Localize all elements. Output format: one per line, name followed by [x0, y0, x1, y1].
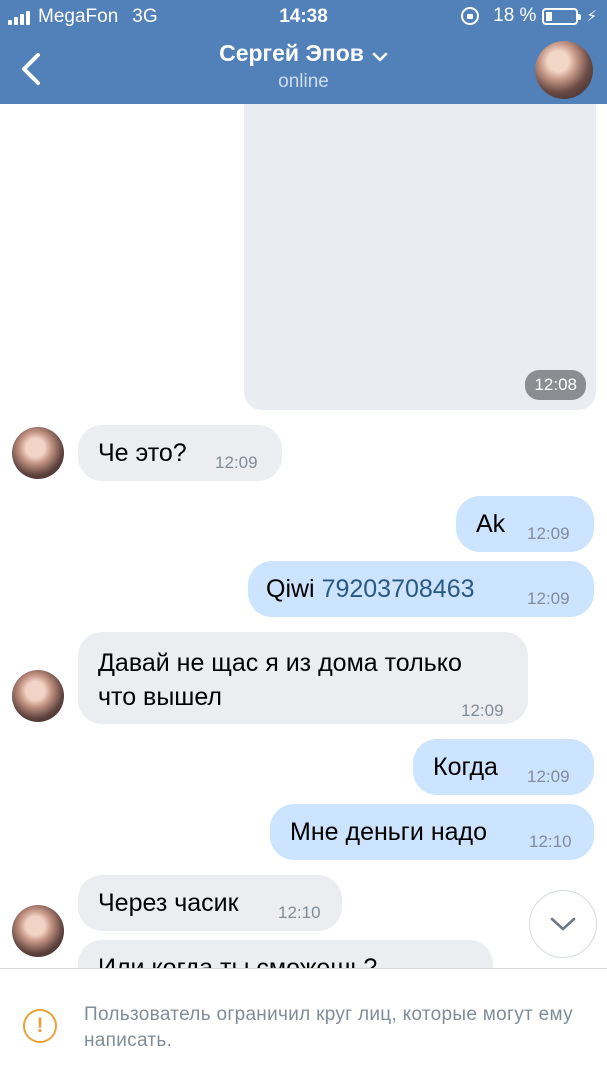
battery-icon	[542, 7, 582, 25]
write-restriction-notice: ! Пользователь ограничил круг лиц, котор…	[0, 968, 607, 1080]
message-text: Ak	[476, 510, 506, 538]
scroll-down-icon	[550, 917, 576, 931]
contact-avatar[interactable]	[535, 41, 593, 99]
chat-header: Сергей Эпов online	[0, 34, 607, 104]
message-text: Qiwi	[266, 575, 322, 603]
message-time: 12:09	[461, 701, 504, 720]
incoming-message[interactable]: Давай не щас я из дома только что вышел …	[78, 632, 528, 724]
incoming-message[interactable]: Или когда ты сможешь?	[78, 940, 493, 968]
scroll-down-button[interactable]	[529, 890, 597, 958]
battery-percent: 18 %	[493, 5, 537, 26]
charging-icon: ⚡	[586, 8, 597, 25]
message-text: Че это?	[98, 439, 187, 467]
outgoing-message[interactable]: Когда 12:09	[413, 739, 594, 795]
incoming-message[interactable]: Через часик 12:10	[78, 875, 342, 931]
contact-status: online	[278, 71, 329, 92]
warning-icon: !	[23, 1009, 57, 1043]
message-text: Мне деньги надо	[290, 818, 488, 846]
contact-name-button[interactable]: Сергей Эпов	[0, 40, 607, 68]
outgoing-message[interactable]: Ak 12:09	[456, 496, 594, 552]
sender-avatar[interactable]	[12, 905, 64, 957]
message-text: Когда	[433, 753, 498, 781]
message-time: 12:09	[527, 767, 570, 786]
message-text: Давай не щас я из дома только	[98, 649, 462, 677]
chevron-down-icon	[372, 41, 388, 68]
sender-avatar[interactable]	[12, 670, 64, 722]
message-text: Или когда ты сможешь?	[98, 954, 378, 968]
sender-avatar[interactable]	[12, 427, 64, 479]
outgoing-message[interactable]: Мне деньги надо 12:10	[270, 804, 594, 860]
rotation-lock-icon	[461, 7, 480, 25]
incoming-message[interactable]: Че это? 12:09	[78, 425, 282, 481]
outgoing-message[interactable]: Qiwi 79203708463 12:09	[248, 561, 594, 617]
message-time: 12:08	[525, 370, 586, 400]
message-time: 12:09	[527, 589, 570, 608]
message-time: 12:09	[527, 524, 570, 543]
message-text: Через часик	[98, 889, 239, 917]
message-list[interactable]: 12:08 Че это? 12:09 Ak 12:09 Qiwi 792037…	[0, 104, 607, 968]
notice-text: Пользователь ограничил круг лиц, которые…	[84, 1004, 573, 1051]
message-time: 12:10	[529, 832, 572, 851]
message-time: 12:09	[215, 453, 258, 472]
contact-name: Сергей Эпов	[219, 40, 364, 66]
phone-link[interactable]: 79203708463	[322, 575, 475, 603]
message-time: 12:10	[278, 903, 321, 922]
photo-message[interactable]: 12:08	[244, 104, 596, 410]
status-bar: MegaFon 3G 14:38 18 % ⚡	[0, 0, 607, 34]
